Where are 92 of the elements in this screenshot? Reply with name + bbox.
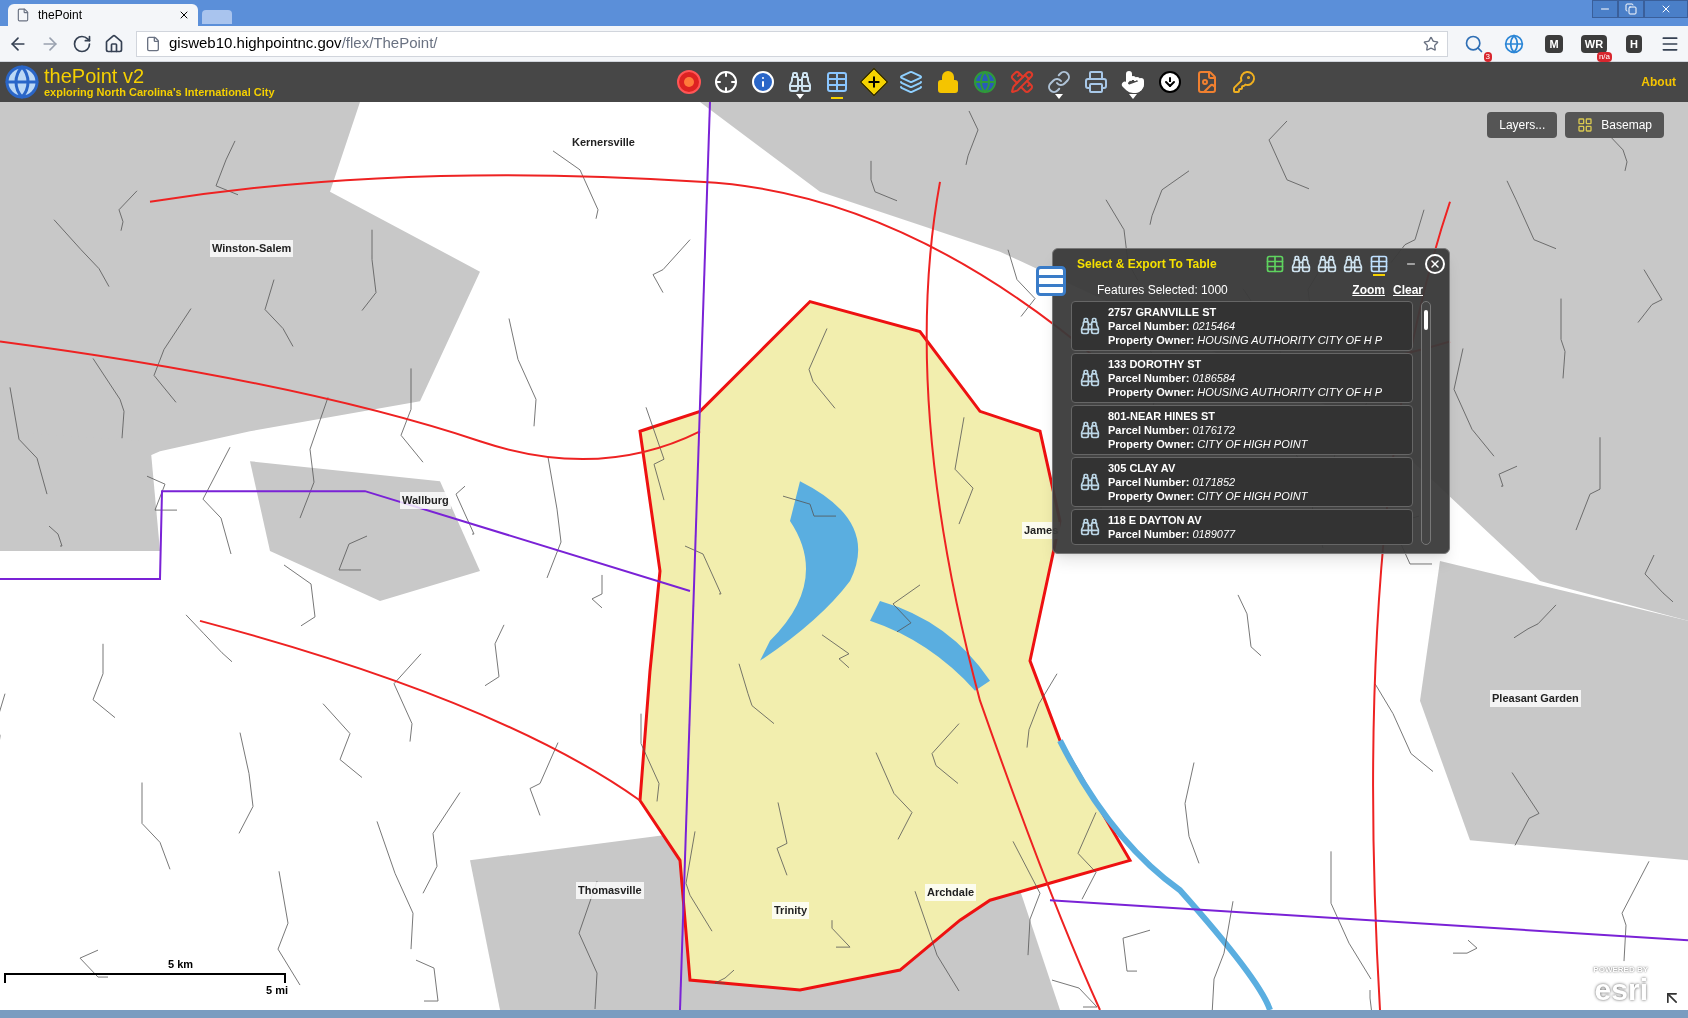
binoculars-icon [1080,368,1100,388]
extension-label: H [1626,34,1642,53]
close-icon [1660,3,1672,15]
lock-icon [936,70,960,94]
place-label: Winston-Salem [210,240,294,257]
globe-icon [973,70,997,94]
result-address: 801-NEAR HINES ST [1108,409,1216,423]
table-icon [825,70,849,94]
grid-icon [1577,117,1594,133]
minimize-button[interactable] [1592,0,1618,18]
page-icon [16,8,30,22]
browser-tab[interactable]: thePoint [8,4,198,26]
panel-link[interactable]: Clear [1392,281,1423,299]
basemap-button[interactable]: Basemap [1565,112,1664,138]
restore-icon [1625,3,1637,15]
restore-button[interactable] [1618,0,1644,18]
table-icon [1265,254,1285,274]
globe-icon [1504,33,1524,54]
features-count: Features Selected: 1000 [1097,282,1229,299]
app-title: thePoint v2 [44,65,146,86]
result-parcel: Parcel Number: 0186584 [1108,371,1237,385]
place-label: Archdale [925,884,977,901]
close-icon [1429,258,1441,270]
table-icon [1369,254,1389,274]
scale-label: 5 mi [266,983,288,998]
binoculars-icon [1080,472,1100,492]
result-card[interactable]: 305 CLAY AV Parcel Number: 0171852 Property Owner: CITY OF HIGH POINT [1071,457,1413,507]
attribution-text: POWERED BY [1593,964,1648,976]
image-file-icon [1195,70,1219,94]
home-icon[interactable] [104,33,124,54]
place-label: Trinity [772,902,809,919]
result-address: 133 DOROTHY ST [1108,357,1203,371]
url-text: gisweb10.highpointnc.gov/flex/ThePoint/ [169,33,439,54]
reload-icon[interactable] [72,33,92,54]
extension-button[interactable]: M [1540,29,1568,58]
place-label: Thomasville [576,882,644,899]
result-parcel: Parcel Number: 0189077 [1108,527,1236,541]
tab-title: thePoint [38,7,84,24]
result-address: 118 E DAYTON AV [1108,513,1203,527]
badge: n/a [1596,51,1612,62]
binoculars-icon [1080,517,1100,537]
star-icon[interactable] [1423,35,1439,52]
close-icon[interactable] [178,9,190,21]
binoculars-icon [1317,254,1337,274]
result-parcel: Parcel Number: 0171852 [1108,475,1237,489]
binoculars-icon [1291,254,1311,274]
result-parcel: Parcel Number: 0215464 [1108,319,1237,333]
extension-label: WR [1580,34,1608,53]
target-icon [677,70,701,94]
result-owner: Property Owner: CITY OF HIGH POINT [1108,437,1308,451]
extension-label: M [1545,34,1563,53]
hand-pointer-icon [1121,70,1145,94]
pencil-ruler-icon [1010,70,1034,94]
esri-logo: esri [1594,976,1648,1004]
result-owner: Property Owner: CITY OF HIGH POINT [1108,489,1308,503]
result-card[interactable]: 801-NEAR HINES ST Parcel Number: 0176172 Property Owner: CITY OF HIGH POINT [1071,405,1413,455]
scale-label: 5 km [168,957,194,972]
selected-underline [1373,274,1385,276]
table-icon [1033,263,1069,299]
binoculars-icon [788,70,812,94]
binoculars-icon [1080,316,1100,336]
about-link[interactable]: About [1641,73,1676,91]
printer-icon [1084,70,1108,94]
result-card[interactable]: 133 DOROTHY ST Parcel Number: 0186584 Property Owner: HOUSING AUTHORITY CITY OF H P [1071,353,1413,403]
layers-icon [899,70,923,94]
result-address: 2757 GRANVILLE ST [1108,305,1218,319]
crosshair-icon [714,70,738,94]
place-label: Wallburg [400,492,451,509]
scrollbar[interactable] [1421,301,1431,545]
page-icon [145,35,161,52]
binoculars-icon [1080,420,1100,440]
panel-link[interactable]: Zoom [1352,281,1385,299]
download-icon [1158,70,1182,94]
result-card[interactable]: 118 E DAYTON AV Parcel Number: 0189077 [1071,509,1413,545]
selected-underline [831,97,843,99]
place-label: Pleasant Garden [1490,690,1581,707]
layers-button[interactable]: Layers... [1487,112,1558,138]
result-owner: Property Owner: HOUSING AUTHORITY CITY OF H P [1108,385,1383,399]
key-icon [1232,70,1256,94]
result-parcel: Parcel Number: 0176172 [1108,423,1237,437]
info-icon [751,70,775,94]
magnifier-icon [1464,33,1484,54]
app-subtitle: exploring North Carolina's International City [44,85,276,99]
badge: 3 [1483,51,1492,62]
result-address: 305 CLAY AV [1108,461,1177,475]
link-icon [1047,70,1071,94]
result-owner: Property Owner: HOUSING AUTHORITY CITY OF H P [1108,333,1383,347]
result-card[interactable]: 2757 GRANVILLE ST Parcel Number: 0215464 Property Owner: HOUSING AUTHORITY CITY OF H P [1071,301,1413,351]
extension-button[interactable]: H [1620,29,1648,58]
binoculars-icon [1343,254,1363,274]
panel-title: Select & Export To Table [1077,256,1218,273]
address-bar[interactable]: gisweb10.highpointnc.gov/flex/ThePoint/ [136,30,1448,57]
